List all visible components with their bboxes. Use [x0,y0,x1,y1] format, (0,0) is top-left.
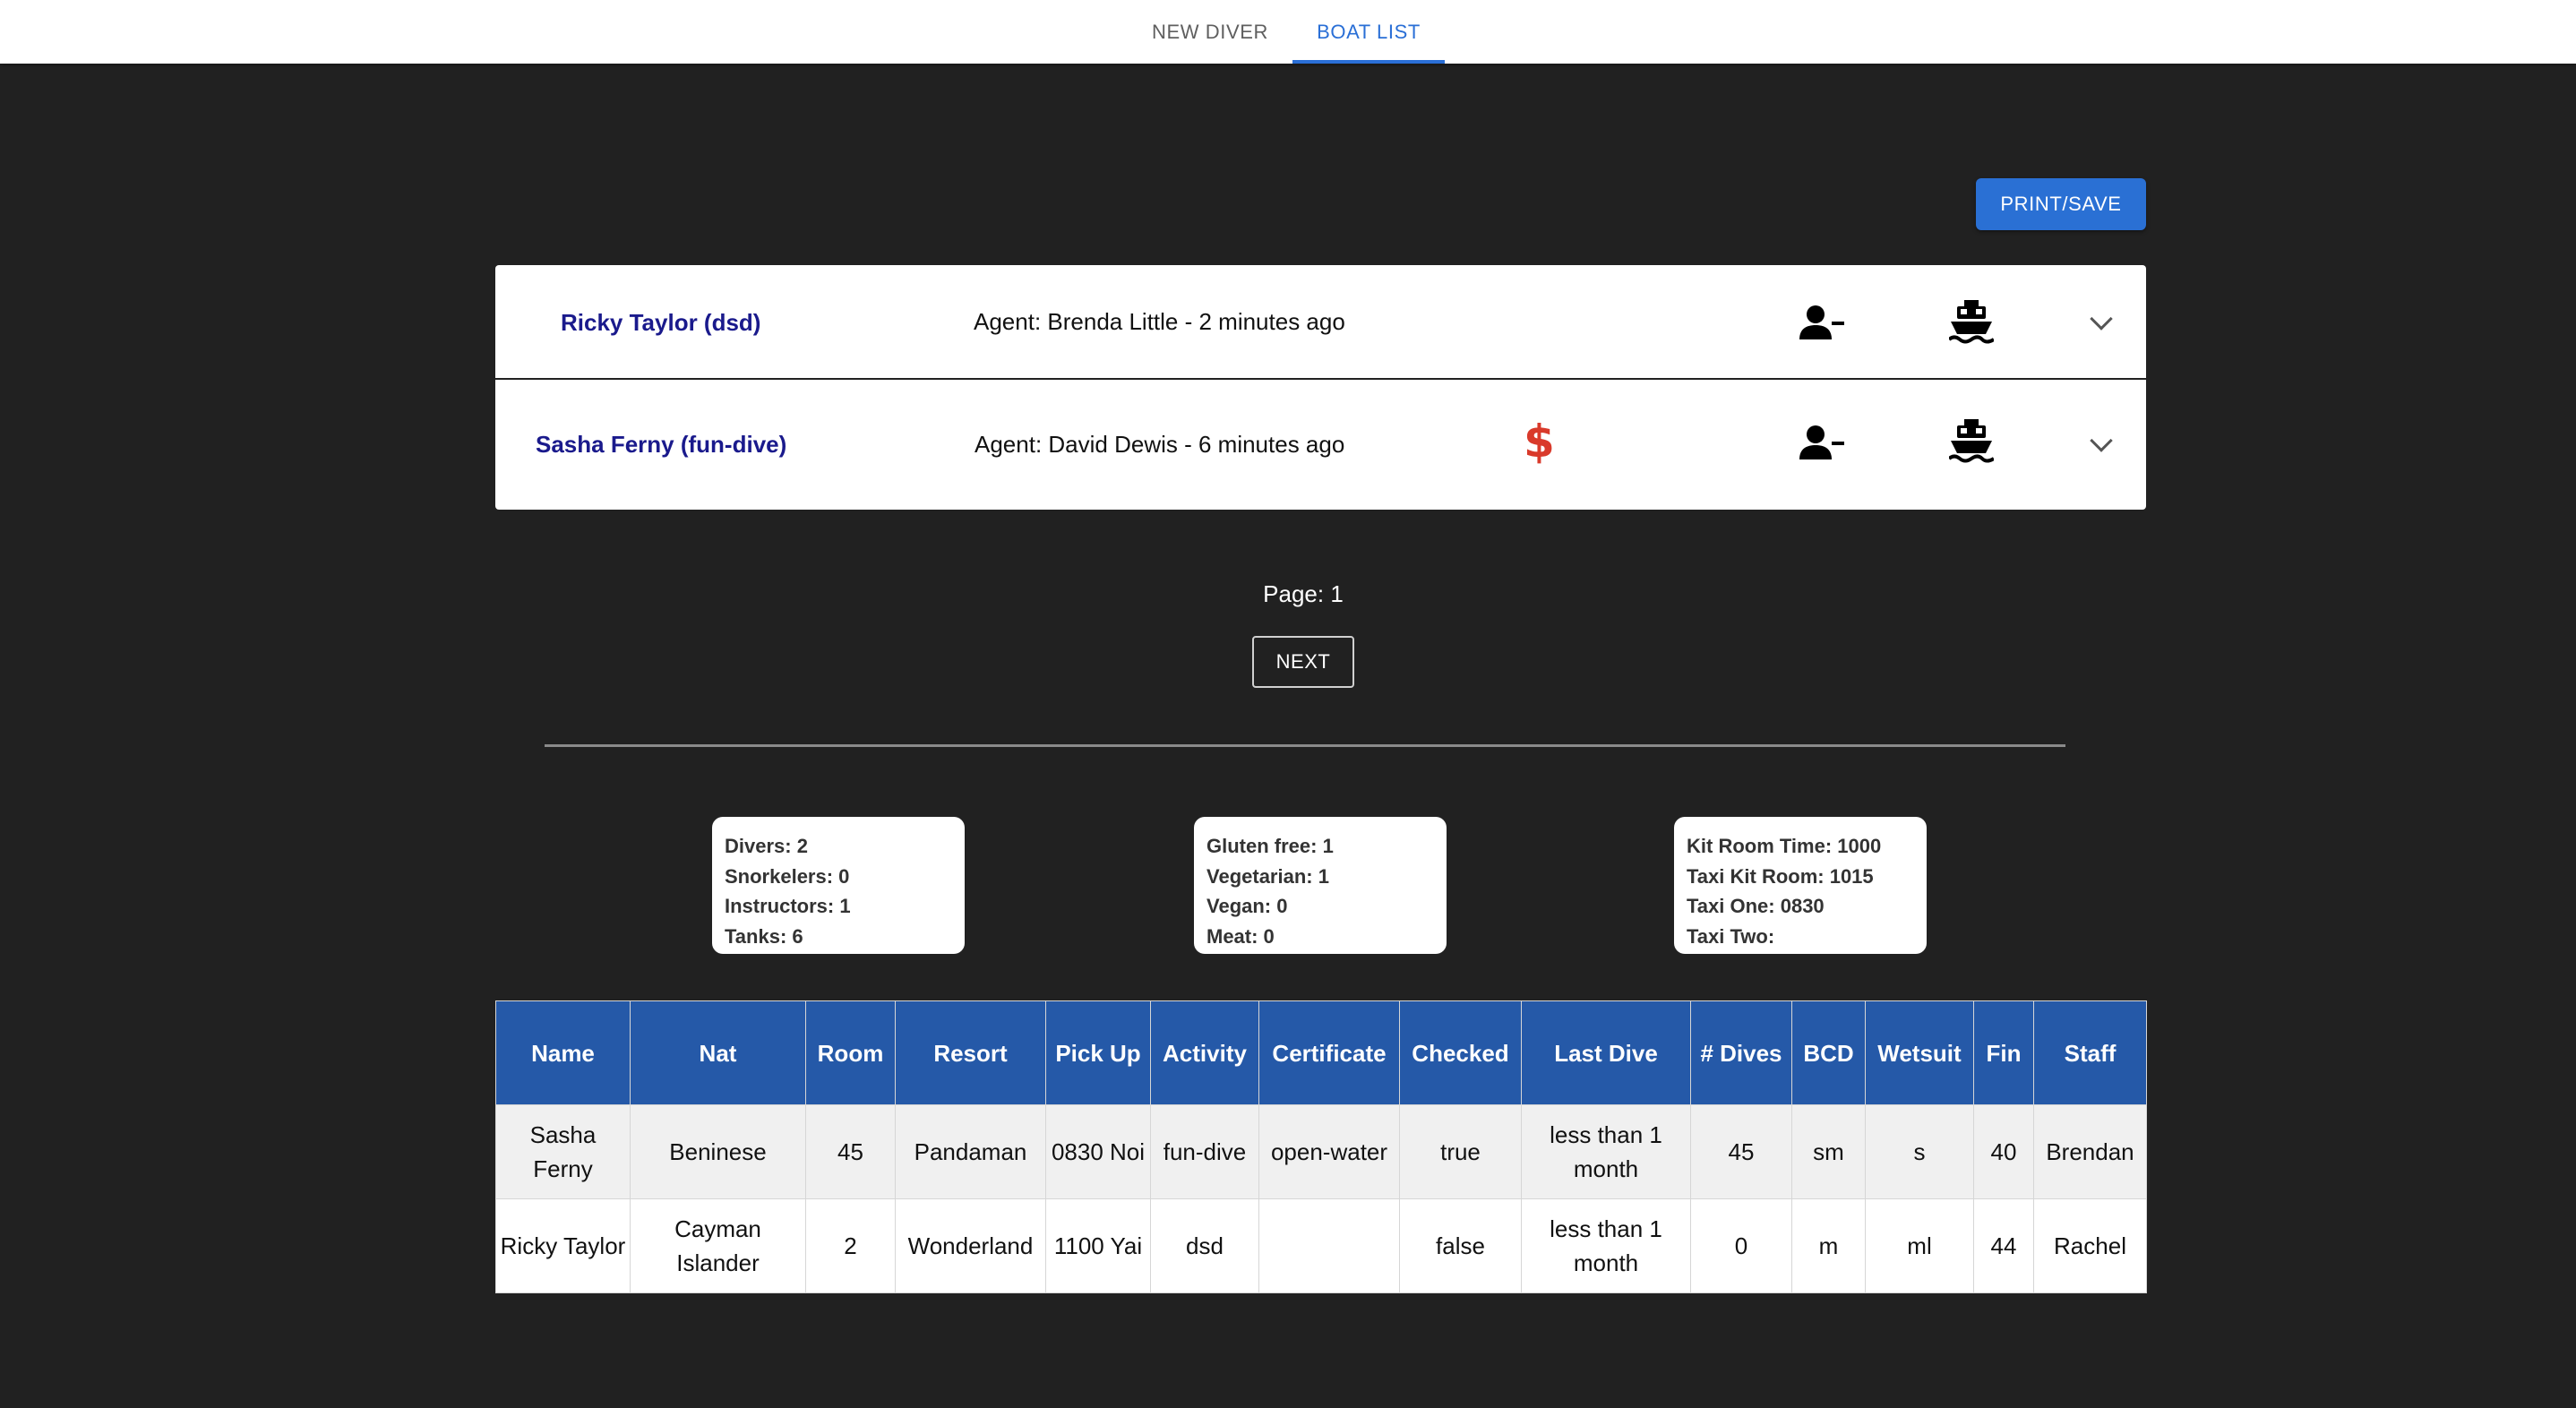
table-cell: m [1791,1198,1866,1293]
section-divider [545,744,2065,747]
table-cell [1258,1198,1400,1293]
counts-summary-box: Divers: 2 Snorkelers: 0 Instructors: 1 T… [712,817,965,954]
table-cell: less than 1 month [1521,1198,1691,1293]
person-remove-icon[interactable] [1799,424,1848,463]
table-row[interactable]: Sasha Ferny Beninese 45 Pandaman 0830 No… [495,1104,2147,1199]
table-cell: 45 [805,1104,896,1199]
summary-line: Taxi Kit Room: 1015 [1687,864,1874,888]
table-cell: dsd [1150,1198,1259,1293]
diver-card[interactable]: Sasha Ferny (fun-dive) Agent: David Dewi… [495,380,2146,510]
chevron-down-icon[interactable] [2090,429,2113,452]
summary-line: Gluten free: 1 [1206,835,1334,857]
column-header[interactable]: Resort [895,1000,1046,1105]
table-cell: s [1865,1104,1974,1199]
next-page-button[interactable]: NEXT [1252,636,1354,688]
table-cell: 40 [1973,1104,2034,1199]
table-cell: Cayman Islander [630,1198,806,1293]
tab-new-diver[interactable]: NEW DIVER [1130,0,1290,64]
column-header[interactable]: Name [495,1000,631,1105]
table-cell: Wonderland [895,1198,1046,1293]
print-save-button[interactable]: PRINT/SAVE [1976,178,2146,230]
column-header[interactable]: Checked [1399,1000,1522,1105]
table-cell: Brendan [2033,1104,2147,1199]
summary-line: Vegetarian: 1 [1206,864,1329,888]
column-header[interactable]: Activity [1150,1000,1259,1105]
table-cell: 0830 Noi [1045,1104,1151,1199]
table-cell: fun-dive [1150,1104,1259,1199]
diet-summary-box: Gluten free: 1 Vegetarian: 1 Vegan: 0 Me… [1194,817,1447,954]
person-remove-icon[interactable] [1799,304,1848,343]
table-cell: 1100 Yai [1045,1198,1151,1293]
diver-agent-info: Agent: Brenda Little - 2 minutes ago [974,308,1345,335]
summary-line: Vegan: 0 [1206,895,1288,917]
column-header[interactable]: Room [805,1000,896,1105]
table-cell: true [1399,1104,1522,1199]
table-row[interactable]: Ricky Taylor Cayman Islander 2 Wonderlan… [495,1198,2147,1293]
table-cell: open-water [1258,1104,1400,1199]
table-cell: 44 [1973,1198,2034,1293]
chevron-down-icon[interactable] [2090,307,2113,331]
table-cell: Pandaman [895,1104,1046,1199]
table-cell: Beninese [630,1104,806,1199]
table-cell: Sasha Ferny [495,1104,631,1199]
column-header[interactable]: # Dives [1690,1000,1792,1105]
table-cell: false [1399,1198,1522,1293]
dollar-icon: $ [1524,416,1555,468]
column-header[interactable]: Staff [2033,1000,2147,1105]
column-header[interactable]: Fin [1973,1000,2034,1105]
column-header[interactable]: Last Dive [1521,1000,1691,1105]
column-header[interactable]: Nat [630,1000,806,1105]
table-cell: Ricky Taylor [495,1198,631,1293]
table-cell: less than 1 month [1521,1104,1691,1199]
summary-line: Kit Room Time: 1000 [1687,835,1882,857]
table-header-row: Name Nat Room Resort Pick Up Activity Ce… [495,1000,2147,1105]
boat-icon[interactable] [1949,300,1994,347]
diver-name: Ricky Taylor (dsd) [561,309,761,336]
summary-line: Snorkelers: 0 [725,864,850,888]
tab-boat-list[interactable]: BOAT LIST [1292,0,1445,64]
column-header[interactable]: BCD [1791,1000,1866,1105]
table-cell: ml [1865,1198,1974,1293]
table-cell: 0 [1690,1198,1792,1293]
diver-name: Sasha Ferny (fun-dive) [536,431,787,458]
diver-card[interactable]: Ricky Taylor (dsd) Agent: Brenda Little … [495,265,2146,378]
boat-icon[interactable] [1949,419,1994,466]
column-header[interactable]: Pick Up [1045,1000,1151,1105]
summary-line: Taxi Two: [1687,924,1775,948]
summary-line: Divers: 2 [725,835,808,857]
column-header[interactable]: Wetsuit [1865,1000,1974,1105]
table-cell: sm [1791,1104,1866,1199]
page-indicator: Page: 1 [1263,580,1344,607]
table-cell: 45 [1690,1104,1792,1199]
summary-line: Taxi One: 0830 [1687,895,1825,917]
column-header[interactable]: Certificate [1258,1000,1400,1105]
summary-line: Tanks: 6 [725,924,803,948]
table-cell: Rachel [2033,1198,2147,1293]
summary-line: Instructors: 1 [725,895,851,917]
summary-line: Meat: 0 [1206,924,1275,948]
active-tab-indicator [1292,60,1445,64]
table-cell: 2 [805,1198,896,1293]
top-nav-bar: NEW DIVER BOAT LIST [0,0,2576,64]
diver-agent-info: Agent: David Dewis - 6 minutes ago [975,431,1345,458]
boat-list-table: Name Nat Room Resort Pick Up Activity Ce… [495,1000,2147,1293]
times-summary-box: Kit Room Time: 1000 Taxi Kit Room: 1015 … [1674,817,1927,954]
